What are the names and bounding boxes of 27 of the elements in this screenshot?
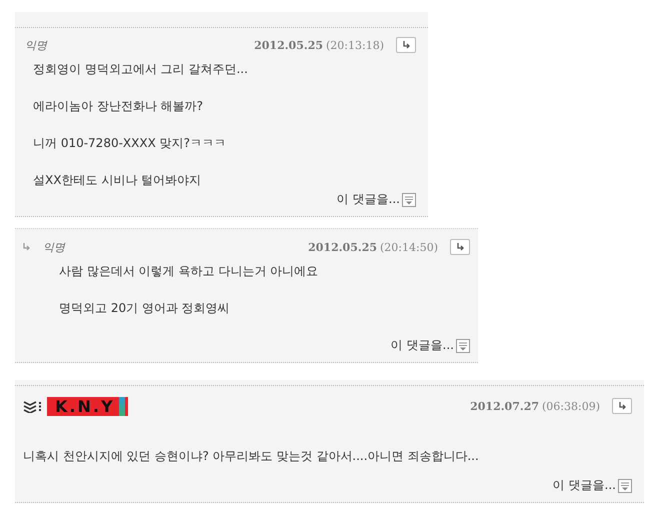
reply-arrow-icon [402,41,410,49]
menu-icon[interactable] [456,338,470,352]
timestamp: 2012.05.25 (20:14:50) [308,240,438,254]
comment-menu-link[interactable]: 이 댓글을... [552,477,616,494]
comment-text: 정회영이 명덕외고에서 그리 갈쳐주던... [33,61,249,78]
comment-text: 니혹시 천안시지에 있던 승현이냐? 아무리봐도 맞는것 같아서....아니면 죄송합니다... [23,448,480,465]
rank-icon [23,399,43,413]
comment-text: 에라이놈아 장난전화나 해볼까? [33,98,204,115]
timestamp: 2012.07.27 (06:38:09) [470,400,600,412]
comment-text: 니꺼 010-7280-XXXX 맞지?ㅋㅋㅋ [33,135,227,152]
reply-button[interactable] [396,37,416,53]
menu-icon[interactable] [618,478,632,492]
menu-icon[interactable] [402,192,416,206]
comment-text: 명덕외고 20기 영어과 정회영씨 [59,300,231,317]
comment-menu-link[interactable]: 이 댓글을... [336,191,400,208]
reply-arrow-icon [618,402,626,410]
reply-arrow-icon [456,243,464,251]
comment-text: 사람 많은데서 이렇게 욕하고 다니는거 아니에요 [59,263,320,280]
comment-text: 설XX한테도 시비나 털어봐야지 [33,172,202,189]
comment-menu-link[interactable]: 이 댓글을... [390,337,454,354]
reply-button[interactable] [450,239,470,255]
reply-arrow-icon [22,243,31,251]
reply-button[interactable] [612,398,632,414]
nickname-badge: K.N.Y [47,396,128,416]
timestamp: 2012.05.25 (20:13:18) [254,38,384,52]
author-name: 익명 [43,240,65,254]
author-name: 익명 [25,38,47,52]
